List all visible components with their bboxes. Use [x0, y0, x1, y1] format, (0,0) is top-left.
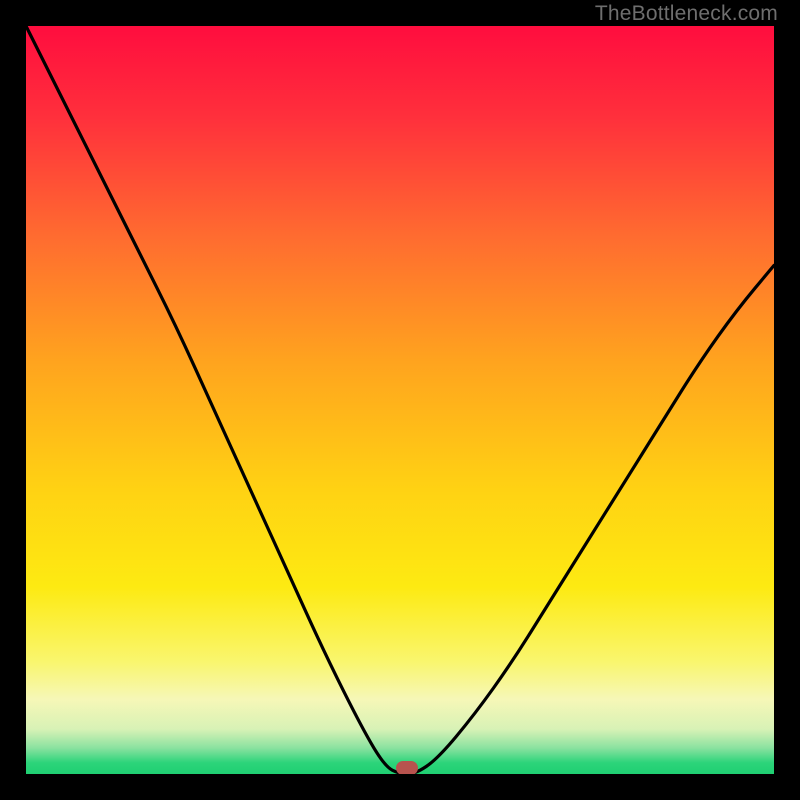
minimum-marker	[396, 761, 418, 774]
watermark-text: TheBottleneck.com	[595, 2, 778, 26]
plot-area	[26, 26, 774, 774]
chart-frame: TheBottleneck.com	[0, 0, 800, 800]
bottleneck-curve	[26, 26, 774, 774]
